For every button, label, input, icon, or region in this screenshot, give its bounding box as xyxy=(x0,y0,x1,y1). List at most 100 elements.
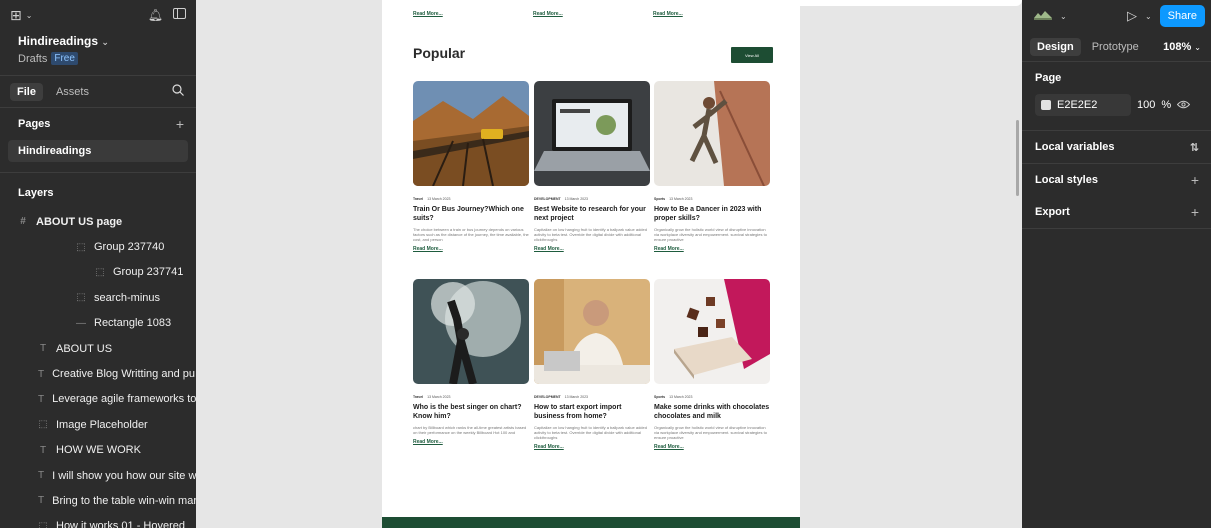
layer-label: How it works 01 - Hovered xyxy=(56,520,185,528)
tab-file[interactable]: File xyxy=(10,82,43,101)
layer-item[interactable]: ⬚ Image Placeholder xyxy=(0,412,196,437)
blog-card[interactable]: DEVELOPMENT 13 March 2023 How to start exp… xyxy=(534,279,650,450)
toggle-sidebar-icon[interactable] xyxy=(173,8,186,22)
color-swatch[interactable] xyxy=(1041,100,1051,110)
card-description: Organically grow the holistic world view… xyxy=(654,425,767,440)
layer-label: I will show you how our site w... xyxy=(52,469,196,482)
card-title[interactable]: Who is the best singer on chart? Know hi… xyxy=(413,403,529,421)
group-icon: ⬚ xyxy=(76,292,86,304)
layer-label: HOW WE WORK xyxy=(56,444,141,457)
layer-item[interactable]: ⬚ Group 237740 xyxy=(0,234,196,259)
text-icon: T xyxy=(39,343,47,355)
chevron-down-icon[interactable]: ⌄ xyxy=(1145,12,1152,21)
pages-header: Pages + xyxy=(0,108,196,140)
add-export-icon[interactable]: + xyxy=(1191,204,1199,220)
figma-menu-icon[interactable]: ⊞ xyxy=(10,7,22,24)
canvas-overlay-edge xyxy=(786,0,1022,6)
drafts-label[interactable]: Drafts xyxy=(18,53,47,65)
blog-card[interactable]: Travel 13 March 2023 Who is the best singe… xyxy=(413,279,529,445)
layer-item[interactable]: — Rectangle 1083 xyxy=(0,311,196,336)
add-style-icon[interactable]: + xyxy=(1191,172,1199,188)
read-more-link[interactable]: Read More... xyxy=(413,11,533,17)
card-meta: Sports 13 March 2023 xyxy=(654,395,770,399)
layer-item[interactable]: T HOW WE WORK xyxy=(0,438,196,463)
read-more-link[interactable]: Read More... xyxy=(654,246,770,252)
layer-item[interactable]: ⬚ Group 237741 xyxy=(0,260,196,285)
layers-header: Layers xyxy=(0,177,196,209)
read-more-link[interactable]: Read More... xyxy=(413,439,529,445)
card-title[interactable]: How to start export import business from… xyxy=(534,403,650,421)
variables-icon[interactable]: ⇅ xyxy=(1190,141,1199,154)
layer-item[interactable]: T Creative Blog Writting and pu... xyxy=(0,361,196,386)
blog-card[interactable]: Travel 13 March 2023 Train Or Bus Journey?… xyxy=(413,81,529,252)
layer-item[interactable]: T ABOUT US xyxy=(0,336,196,361)
tab-prototype[interactable]: Prototype xyxy=(1085,38,1146,56)
local-styles-label[interactable]: Local styles xyxy=(1035,174,1098,186)
local-variables-section[interactable]: Local variables ⇅ xyxy=(1022,131,1211,164)
notification-bell-icon[interactable]: 🔔︎ xyxy=(148,8,163,22)
text-icon: T xyxy=(39,444,47,456)
canvas-scrollbar[interactable] xyxy=(1016,120,1019,196)
present-play-icon[interactable]: ▷ xyxy=(1127,8,1137,24)
card-meta: DEVELOPMENT 13 March 2023 xyxy=(534,395,650,399)
page-heading: Page xyxy=(1035,72,1062,84)
card-title[interactable]: How to Be a Dancer in 2023 with proper s… xyxy=(654,205,770,223)
layer-item[interactable]: T Bring to the table win-win mar... xyxy=(0,488,196,513)
export-section[interactable]: Export + xyxy=(1022,196,1211,229)
text-icon: T xyxy=(38,393,45,405)
card-meta: Travel 13 March 2023 xyxy=(413,197,529,201)
layer-label: Rectangle 1083 xyxy=(94,317,172,330)
project-name[interactable]: Hindireadings ⌄ xyxy=(18,34,178,48)
tab-assets[interactable]: Assets xyxy=(49,83,96,101)
read-more-link[interactable]: Read More... xyxy=(534,246,650,252)
page-fill-opacity[interactable]: 100 % xyxy=(1137,99,1171,111)
card-title[interactable]: Train Or Bus Journey?Which one suits? xyxy=(413,205,529,223)
blog-card[interactable]: DEVELOPMENT 13 March 2023 Best Website to … xyxy=(534,81,650,252)
layer-item[interactable]: T I will show you how our site w... xyxy=(0,463,196,488)
blog-card[interactable]: Sports 13 March 2023 Make some drinks with… xyxy=(654,279,770,450)
layer-item[interactable]: # ABOUT US page xyxy=(0,209,196,234)
export-label[interactable]: Export xyxy=(1035,206,1070,218)
view-all-button[interactable]: View All xyxy=(731,47,773,63)
search-icon[interactable] xyxy=(172,84,184,99)
read-more-link[interactable]: Read More... xyxy=(653,11,773,17)
text-icon: T xyxy=(38,495,45,507)
local-styles-section[interactable]: Local styles + xyxy=(1022,164,1211,196)
eye-icon[interactable] xyxy=(1176,98,1191,112)
read-more-link[interactable]: Read More... xyxy=(654,444,770,450)
card-date: 13 March 2023 xyxy=(564,197,589,201)
card-category: Sports xyxy=(654,197,666,201)
layer-item[interactable]: T Leverage agile frameworks to ... xyxy=(0,387,196,412)
layer-item[interactable]: ⬚ search-minus xyxy=(0,285,196,310)
chevron-down-icon[interactable]: ⌄ xyxy=(26,11,33,20)
sidebar-tabs: File Assets xyxy=(0,76,196,108)
card-title[interactable]: Make some drinks with chocolates chocola… xyxy=(654,403,770,421)
share-button[interactable]: Share xyxy=(1159,5,1205,27)
layer-label: search-minus xyxy=(94,291,161,304)
card-description: Capitalize on low hanging fruit to ident… xyxy=(534,425,647,440)
about-us-frame[interactable]: Read More... Read More... Read More... P… xyxy=(382,0,800,528)
card-title[interactable]: Best Website to research for your next p… xyxy=(534,205,650,223)
avatar[interactable] xyxy=(1034,10,1052,23)
card-meta: Travel 13 March 2023 xyxy=(413,395,529,399)
page-item-hindireadings[interactable]: Hindireadings xyxy=(8,140,188,162)
chevron-down-icon[interactable]: ⌄ xyxy=(1060,12,1067,21)
card-date: 13 March 2023 xyxy=(427,197,451,201)
layer-label: Bring to the table win-win mar... xyxy=(52,494,196,507)
card-description: The choice between a train or bus journe… xyxy=(413,227,529,242)
zoom-level[interactable]: 108% ⌄ xyxy=(1163,41,1201,53)
blog-card[interactable]: Sports 13 March 2023 How to Be a Dancer in… xyxy=(654,81,770,252)
read-more-link[interactable]: Read More... xyxy=(534,444,650,450)
card-date: 13 March 2023 xyxy=(427,395,451,399)
page-fill-input[interactable]: E2E2E2 xyxy=(1035,94,1131,116)
tab-design[interactable]: Design xyxy=(1030,37,1081,56)
footer-band xyxy=(382,517,800,528)
card-description: Organically grow the holistic world view… xyxy=(654,227,767,242)
read-more-link[interactable]: Read More... xyxy=(533,11,653,17)
read-more-link[interactable]: Read More... xyxy=(413,246,529,252)
canvas[interactable]: Read More... Read More... Read More... P… xyxy=(196,0,1022,528)
page-fill-hex[interactable]: E2E2E2 xyxy=(1057,99,1097,111)
layer-item[interactable]: ⬚ How it works 01 - Hovered xyxy=(0,514,196,528)
add-page-icon[interactable]: + xyxy=(176,116,184,132)
local-variables-label[interactable]: Local variables xyxy=(1035,141,1115,153)
